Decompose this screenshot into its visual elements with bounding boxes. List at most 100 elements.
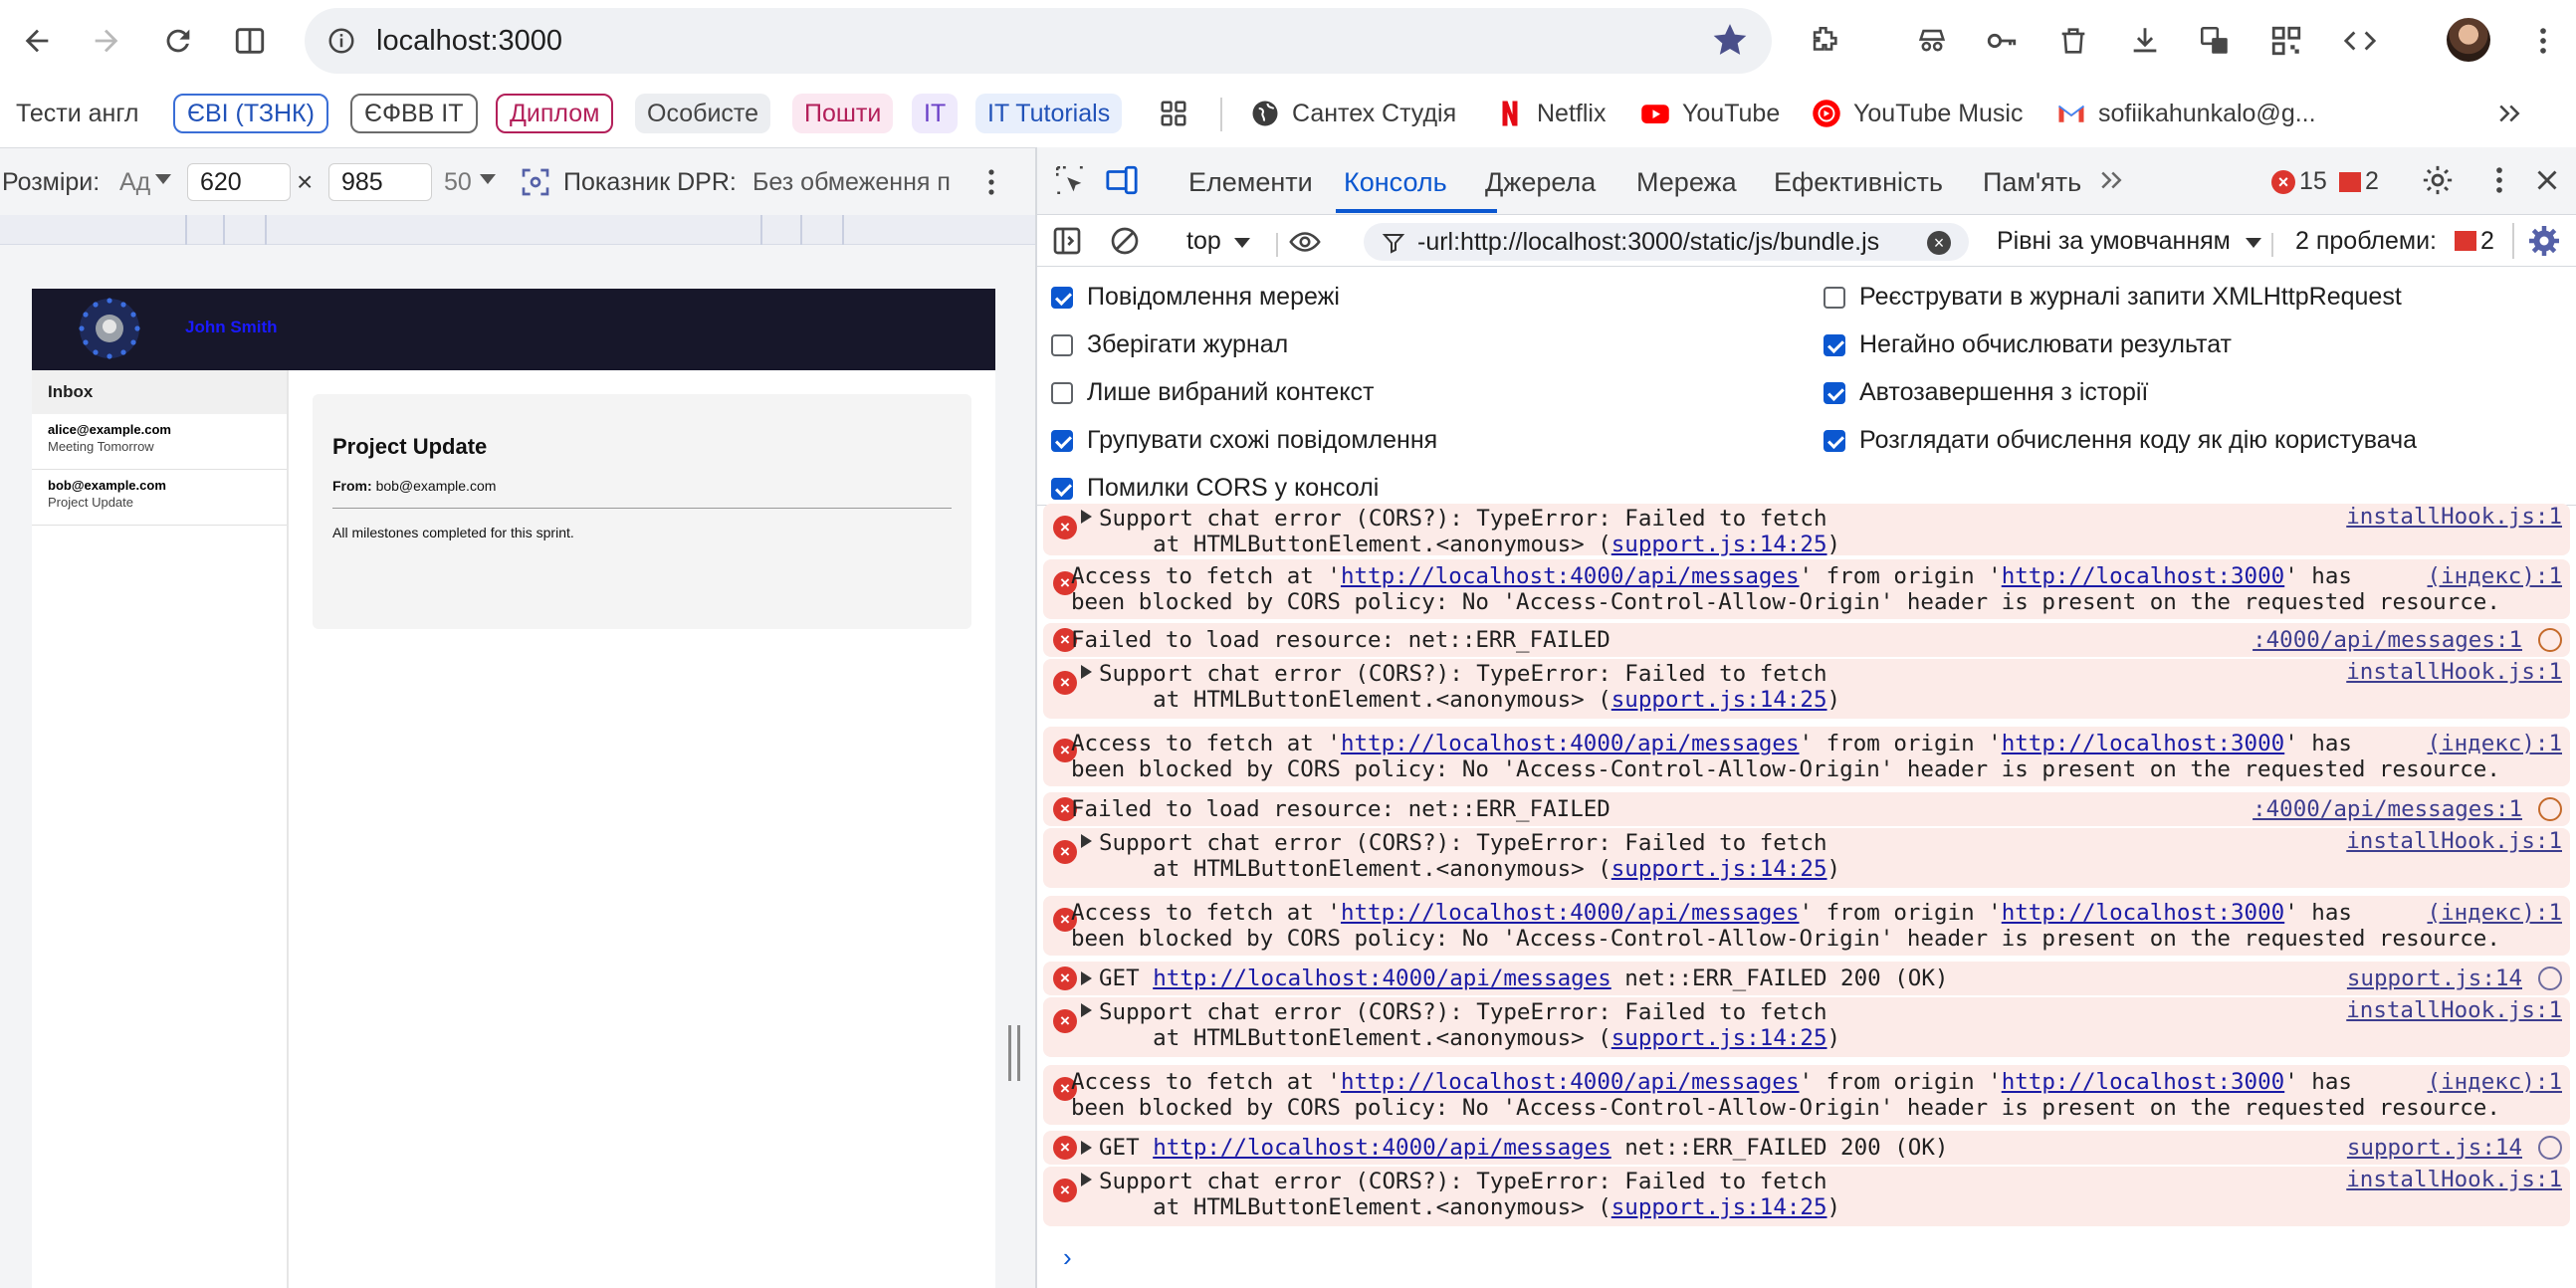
source-link[interactable]: support.js:14:25 [1611,1194,1827,1220]
tab-network[interactable]: Мережа [1636,167,1737,198]
network-request-icon[interactable] [2538,1136,2562,1160]
source-link[interactable]: installHook.js:1 [2346,504,2562,530]
source-link[interactable]: http://localhost:3000 [2002,1069,2284,1095]
console-error-message[interactable]: × Support chat error (CORS?): TypeError: … [1043,828,2570,888]
expand-triangle-icon[interactable] [1081,971,1092,985]
source-link[interactable]: support.js:14:25 [1611,532,1827,557]
setting-checkbox[interactable] [1824,333,1845,356]
back-icon[interactable] [12,16,62,66]
tab-sources[interactable]: Джерела [1485,167,1596,198]
console-setting-option[interactable]: Лише вибраний контекст [1051,378,1375,407]
sidebar-toggle-icon[interactable] [1051,225,1083,262]
chevron-down-icon[interactable] [2246,238,2261,248]
console-error-message[interactable]: × GET http://localhost:4000/api/messages … [1043,1131,2570,1165]
media-query-ruler[interactable] [0,215,1035,245]
code-icon[interactable] [2335,16,2385,66]
chevron-down-icon[interactable] [480,174,496,184]
bookmark-folder[interactable]: IT Tutorials [975,94,1123,133]
console-error-message[interactable]: × Support chat error (CORS?): TypeError: … [1043,504,2570,557]
panel-resize-handle[interactable] [1008,1025,1020,1081]
source-link[interactable]: :4000/api/messages:1 [2253,627,2522,653]
source-link[interactable]: (індекс):1 [2428,900,2562,926]
error-counter[interactable]: × 15 [2271,167,2327,196]
bookmark-folder[interactable]: ІТ [912,94,959,133]
source-link[interactable]: http://localhost:4000/api/messages [1153,966,1611,991]
email-list-item[interactable]: alice@example.com Meeting Tomorrow [32,414,287,470]
bookmark-link[interactable]: Сантех Студія [1250,94,1456,133]
chevron-down-icon[interactable] [155,174,171,184]
console-filter-input[interactable]: -url:http://localhost:3000/static/js/bun… [1364,223,1969,261]
source-link[interactable]: support.js:14:25 [1611,687,1827,713]
bookmark-link[interactable]: sofiikahunkalo@g... [2056,94,2316,133]
device-toolbar-toggle-icon[interactable] [1105,163,1139,202]
bookmark-folder[interactable]: Тести англ [4,94,151,133]
tab-memory[interactable]: Пам'ять [1983,167,2081,198]
console-error-message[interactable]: × Access to fetch at 'http://localhost:40… [1043,559,2570,619]
expand-triangle-icon[interactable] [1081,510,1092,524]
expand-triangle-icon[interactable] [1081,1141,1092,1155]
source-link[interactable]: http://localhost:3000 [2002,900,2284,926]
setting-checkbox[interactable] [1824,286,1845,309]
source-link[interactable]: (індекс):1 [2428,563,2562,589]
source-link[interactable]: http://localhost:4000/api/messages [1341,1069,1800,1095]
console-setting-option[interactable]: Автозавершення з історії [1824,378,2148,407]
console-error-message[interactable]: × Support chat error (CORS?): TypeError: … [1043,997,2570,1057]
console-error-message[interactable]: × Access to fetch at 'http://localhost:40… [1043,896,2570,956]
network-request-icon[interactable] [2538,628,2562,652]
translate-icon[interactable] [2190,16,2240,66]
source-link[interactable]: support.js:14:25 [1611,856,1827,882]
setting-checkbox[interactable] [1051,477,1073,500]
console-error-message[interactable]: × Failed to load resource: net::ERR_FAILE… [1043,792,2570,826]
split-view-icon[interactable] [225,16,275,66]
source-link[interactable]: (індекс):1 [2428,731,2562,756]
reload-icon[interactable] [153,16,203,66]
console-setting-option[interactable]: Негайно обчислювати результат [1824,330,2232,359]
devtools-menu-icon[interactable] [2482,163,2516,202]
context-select[interactable]: top [1186,227,1221,256]
console-setting-option[interactable]: Повідомлення мережі [1051,283,1340,312]
more-bookmarks-icon[interactable] [2494,94,2524,133]
expand-triangle-icon[interactable] [1081,1173,1092,1186]
issues-label[interactable]: 2 проблеми: [2295,227,2437,256]
setting-checkbox[interactable] [1051,333,1073,356]
bookmark-folder[interactable]: Особисте [635,94,770,133]
close-icon[interactable] [2530,163,2564,202]
bookmark-folder[interactable]: Диплом [496,94,614,133]
console-settings-gear-icon[interactable] [2526,223,2562,264]
password-key-icon[interactable] [1977,16,2027,66]
source-link[interactable]: installHook.js:1 [2346,1167,2562,1192]
width-input[interactable]: 620 [187,163,291,201]
bookmark-folder[interactable]: ЄФВВ ІТ [350,94,478,133]
expand-triangle-icon[interactable] [1081,834,1092,848]
setting-checkbox[interactable] [1824,381,1845,404]
source-link[interactable]: installHook.js:1 [2346,828,2562,854]
console-setting-option[interactable]: Розглядати обчислення коду як дію корист… [1824,426,2417,455]
source-link[interactable]: http://localhost:3000 [2002,731,2284,756]
issues-count[interactable]: 2 [2480,227,2494,256]
log-levels-select[interactable]: Рівні за умовчанням [1997,227,2231,256]
tab-performance[interactable]: Ефективність [1774,167,1943,198]
console-error-message[interactable]: × GET http://localhost:4000/api/messages … [1043,962,2570,995]
clear-filter-icon[interactable]: × [1927,231,1951,255]
bookmark-folder[interactable]: ЄВІ (ТЗНК) [173,94,328,133]
qr-code-icon[interactable] [2261,16,2311,66]
console-setting-option[interactable]: Зберігати журнал [1051,330,1288,359]
source-link[interactable]: http://localhost:3000 [2002,563,2284,589]
console-error-message[interactable]: × Access to fetch at 'http://localhost:40… [1043,1065,2570,1125]
console-setting-option[interactable]: Помилки CORS у консолі [1051,474,1379,503]
console-setting-option[interactable]: Реєструвати в журналі запити XMLHttpRequ… [1824,283,2402,312]
profile-avatar[interactable] [2447,18,2490,62]
console-error-message[interactable]: × Support chat error (CORS?): TypeError: … [1043,1167,2570,1226]
device-select[interactable]: Ад [119,168,150,197]
bookmark-link[interactable]: YouTube Music [1812,94,2023,133]
console-error-message[interactable]: × Failed to load resource: net::ERR_FAILE… [1043,623,2570,657]
address-bar[interactable]: localhost:3000 [305,8,1772,74]
zoom-select[interactable]: 50 [444,168,472,197]
live-expression-eye-icon[interactable] [1288,225,1322,264]
more-tabs-icon[interactable] [2096,165,2126,200]
bookmark-link[interactable]: Netflix [1495,94,1606,133]
source-link[interactable]: support.js:14 [2347,1135,2522,1161]
source-link[interactable]: installHook.js:1 [2346,659,2562,685]
expand-triangle-icon[interactable] [1081,665,1092,679]
email-list-item[interactable]: bob@example.com Project Update [32,470,287,526]
